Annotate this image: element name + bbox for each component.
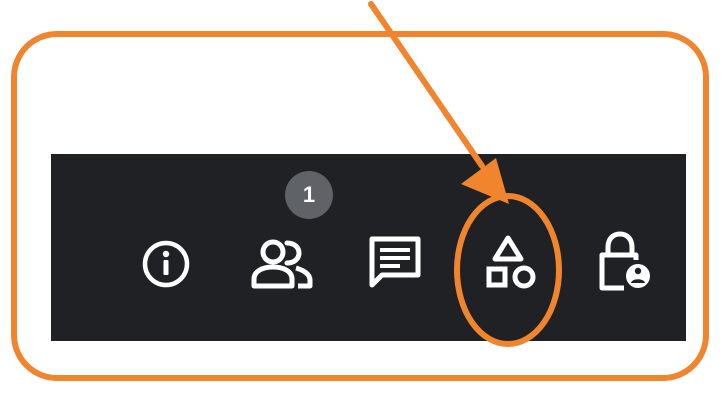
people-count-badge: 1 — [285, 171, 333, 219]
screenshot-stage: 1 — [0, 0, 723, 398]
host-controls-lock-icon[interactable] — [594, 230, 656, 294]
people-icon[interactable] — [249, 236, 315, 292]
activities-icon[interactable] — [479, 234, 539, 294]
chat-icon[interactable] — [367, 234, 423, 292]
info-icon[interactable] — [140, 238, 192, 290]
